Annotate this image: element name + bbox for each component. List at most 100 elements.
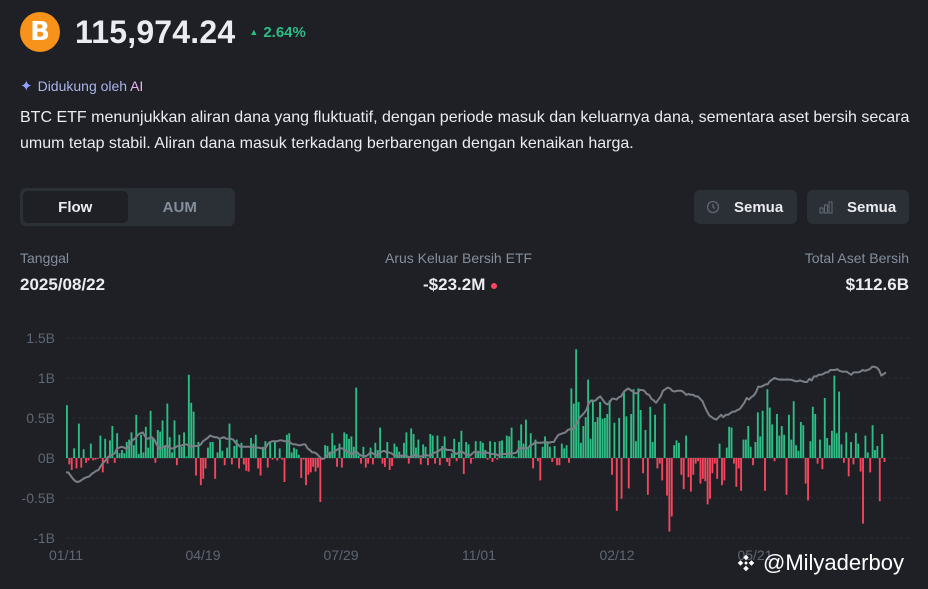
flow-bar <box>744 439 747 458</box>
flow-bar <box>259 458 262 476</box>
tab-aum[interactable]: AUM <box>128 191 233 223</box>
y-tick-label: -0.5B <box>22 490 55 506</box>
watermark: @Milyaderboy <box>735 550 904 576</box>
x-tick-label: 04/19 <box>185 547 220 563</box>
flow-bar <box>216 452 219 458</box>
flow-bar <box>312 458 315 467</box>
flow-bar <box>448 458 451 466</box>
view-toggle: Flow AUM <box>20 188 235 226</box>
flow-bar <box>77 423 80 458</box>
flow-bar <box>486 458 489 460</box>
flow-bar <box>489 441 492 458</box>
flow-bar <box>568 458 570 463</box>
flow-bar <box>479 441 482 458</box>
flow-bar <box>443 436 446 458</box>
flow-bar <box>130 432 133 458</box>
flow-bar <box>687 458 690 478</box>
flow-bar <box>104 438 107 458</box>
time-range-filter[interactable]: Semua <box>694 190 797 224</box>
ai-badge-label: AI <box>130 78 144 94</box>
flow-bar <box>300 458 303 478</box>
flow-bar <box>749 446 752 458</box>
flow-bar <box>297 454 300 458</box>
flow-bar <box>140 434 142 458</box>
flow-bar <box>689 458 692 492</box>
flow-bar <box>80 458 83 468</box>
price-change-value: 2.64% <box>263 23 306 41</box>
flow-bar <box>116 433 119 458</box>
flow-bar <box>878 458 881 502</box>
y-tick-label: 0.5B <box>26 410 55 426</box>
flow-bar <box>699 458 702 484</box>
flow-bar <box>623 390 625 458</box>
flow-bar <box>553 446 556 458</box>
flow-bar <box>92 458 95 461</box>
flow-bar <box>766 389 769 458</box>
flow-bar <box>539 458 542 481</box>
date-label: Tanggal <box>20 250 70 266</box>
fund-filter[interactable]: Semua <box>807 190 909 224</box>
flow-bar <box>752 458 754 466</box>
flow-bar <box>455 458 458 462</box>
flow-bar <box>658 458 661 464</box>
flow-bar <box>314 458 317 472</box>
flow-bar <box>458 442 460 458</box>
flow-bar <box>541 446 544 458</box>
flow-bar <box>508 436 511 458</box>
flow-bar <box>742 439 745 458</box>
flow-bar <box>527 448 530 458</box>
flow-bar <box>704 458 707 482</box>
flow-bar <box>436 435 439 458</box>
flow-bar <box>639 410 642 458</box>
flow-bar <box>405 432 408 458</box>
flow-bar <box>525 419 527 458</box>
flow-bar <box>725 447 728 458</box>
flow-bar <box>503 456 506 458</box>
flow-bar <box>613 422 616 458</box>
net-flow-label: Arus Keluar Bersih ETF <box>385 250 533 266</box>
flow-bar <box>852 458 855 465</box>
flow-bar <box>632 389 635 458</box>
flow-bar <box>701 458 704 479</box>
flow-bar <box>651 442 654 458</box>
flow-bar <box>240 442 243 458</box>
flow-bar <box>733 458 735 464</box>
time-range-label: Semua <box>734 198 784 216</box>
flow-bar <box>113 458 116 463</box>
tab-flow[interactable]: Flow <box>23 191 128 223</box>
flow-bar <box>611 458 613 475</box>
flow-bar <box>816 458 819 464</box>
flow-bar <box>360 458 362 464</box>
flow-bar <box>599 402 601 458</box>
flow-bar <box>548 446 551 458</box>
flow-bar <box>381 458 384 464</box>
flow-bar <box>223 458 226 466</box>
flow-bar <box>881 434 884 458</box>
flow-bar <box>221 450 224 458</box>
flow-bar <box>563 448 566 458</box>
flow-bar <box>759 436 762 458</box>
flow-bar <box>780 426 783 458</box>
flow-bar <box>144 426 147 458</box>
flow-bar <box>532 458 535 469</box>
flow-bar <box>173 420 176 458</box>
flow-bar <box>883 458 886 462</box>
flow-bar <box>438 458 441 466</box>
flow-bar <box>338 443 341 458</box>
flow-bar <box>866 452 869 458</box>
flow-bar <box>668 458 671 532</box>
up-arrow-icon: ▲ <box>249 27 259 37</box>
flow-bar <box>876 446 879 458</box>
flow-bar <box>355 387 358 458</box>
flow-bar <box>802 425 805 458</box>
flow-bar <box>809 441 812 458</box>
flow-bar <box>620 458 623 499</box>
flow-bar <box>584 417 587 458</box>
flow-bar <box>845 432 848 458</box>
flow-bar <box>847 458 850 477</box>
flow-bar <box>152 438 154 458</box>
y-tick-label: 1B <box>38 370 55 386</box>
flow-bar <box>111 426 114 458</box>
flow-bar <box>228 423 231 458</box>
flow-bar <box>474 441 477 458</box>
